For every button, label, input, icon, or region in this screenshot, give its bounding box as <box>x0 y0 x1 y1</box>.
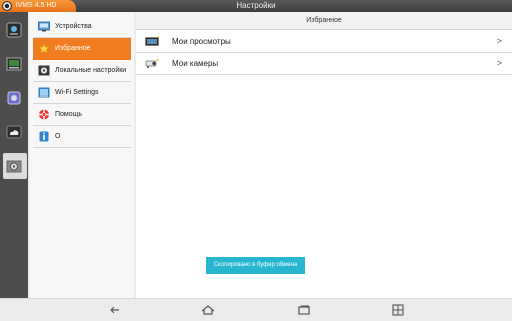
star-icon <box>38 43 50 54</box>
menu-item-label: О <box>55 133 61 140</box>
settings-icon[interactable] <box>4 156 24 176</box>
menu-item-devices[interactable]: Устройства <box>33 16 131 38</box>
row-label: Мои просмотры <box>172 37 231 46</box>
panel-title: Избранное <box>136 12 512 30</box>
menu-item-label: Устройства <box>55 23 92 30</box>
menu-item-favorites[interactable]: Избранное <box>33 38 131 60</box>
my-views-icon <box>145 36 159 47</box>
menu-item-label: Помощь <box>55 111 83 118</box>
menu-item-about[interactable]: О <box>33 126 131 148</box>
app-badge: iVMS 4.5 HD <box>0 0 76 12</box>
toast-message: Скопировано в буфер обмена <box>206 257 305 274</box>
title-bar: Настройки iVMS 4.5 HD <box>0 0 512 12</box>
list-item-my-views[interactable]: Мои просмотры > <box>136 31 512 53</box>
my-cameras-icon <box>145 58 159 69</box>
app-name: iVMS 4.5 HD <box>16 2 57 9</box>
chevron-right-icon: > <box>496 36 502 46</box>
devices-icon <box>38 21 50 32</box>
wifi-settings-icon <box>38 87 50 98</box>
menu-item-help[interactable]: Помощь <box>33 104 131 126</box>
back-icon[interactable] <box>107 302 123 318</box>
picture-gallery-icon[interactable] <box>4 88 24 108</box>
settings-menu: Устройства Избранное Локальные настройки… <box>30 12 134 298</box>
screenshot-icon[interactable] <box>390 302 406 318</box>
local-settings-icon <box>38 65 50 76</box>
home-icon[interactable] <box>200 302 216 318</box>
menu-item-label: Избранное <box>55 45 91 52</box>
list-item-my-cameras[interactable]: Мои камеры > <box>136 53 512 75</box>
menu-item-label: Wi-Fi Settings <box>55 89 99 96</box>
favorites-panel: Избранное Мои просмотры > Мои камеры > <box>136 12 512 298</box>
menu-item-label: Локальные настройки <box>55 67 127 74</box>
app-logo-icon <box>2 1 12 11</box>
side-rail <box>0 12 28 298</box>
info-icon <box>38 131 50 142</box>
chevron-right-icon: > <box>496 58 502 68</box>
menu-item-wifi-settings[interactable]: Wi-Fi Settings <box>33 82 131 104</box>
row-label: Мои камеры <box>172 59 219 68</box>
live-view-icon[interactable] <box>4 20 24 40</box>
system-nav-bar <box>0 298 512 321</box>
help-icon <box>38 109 50 120</box>
playback-icon[interactable] <box>4 54 24 74</box>
cloud-icon[interactable] <box>4 122 24 142</box>
menu-item-local-settings[interactable]: Локальные настройки <box>33 60 131 82</box>
recent-apps-icon[interactable] <box>296 302 312 318</box>
window-title: Настройки <box>236 1 276 10</box>
